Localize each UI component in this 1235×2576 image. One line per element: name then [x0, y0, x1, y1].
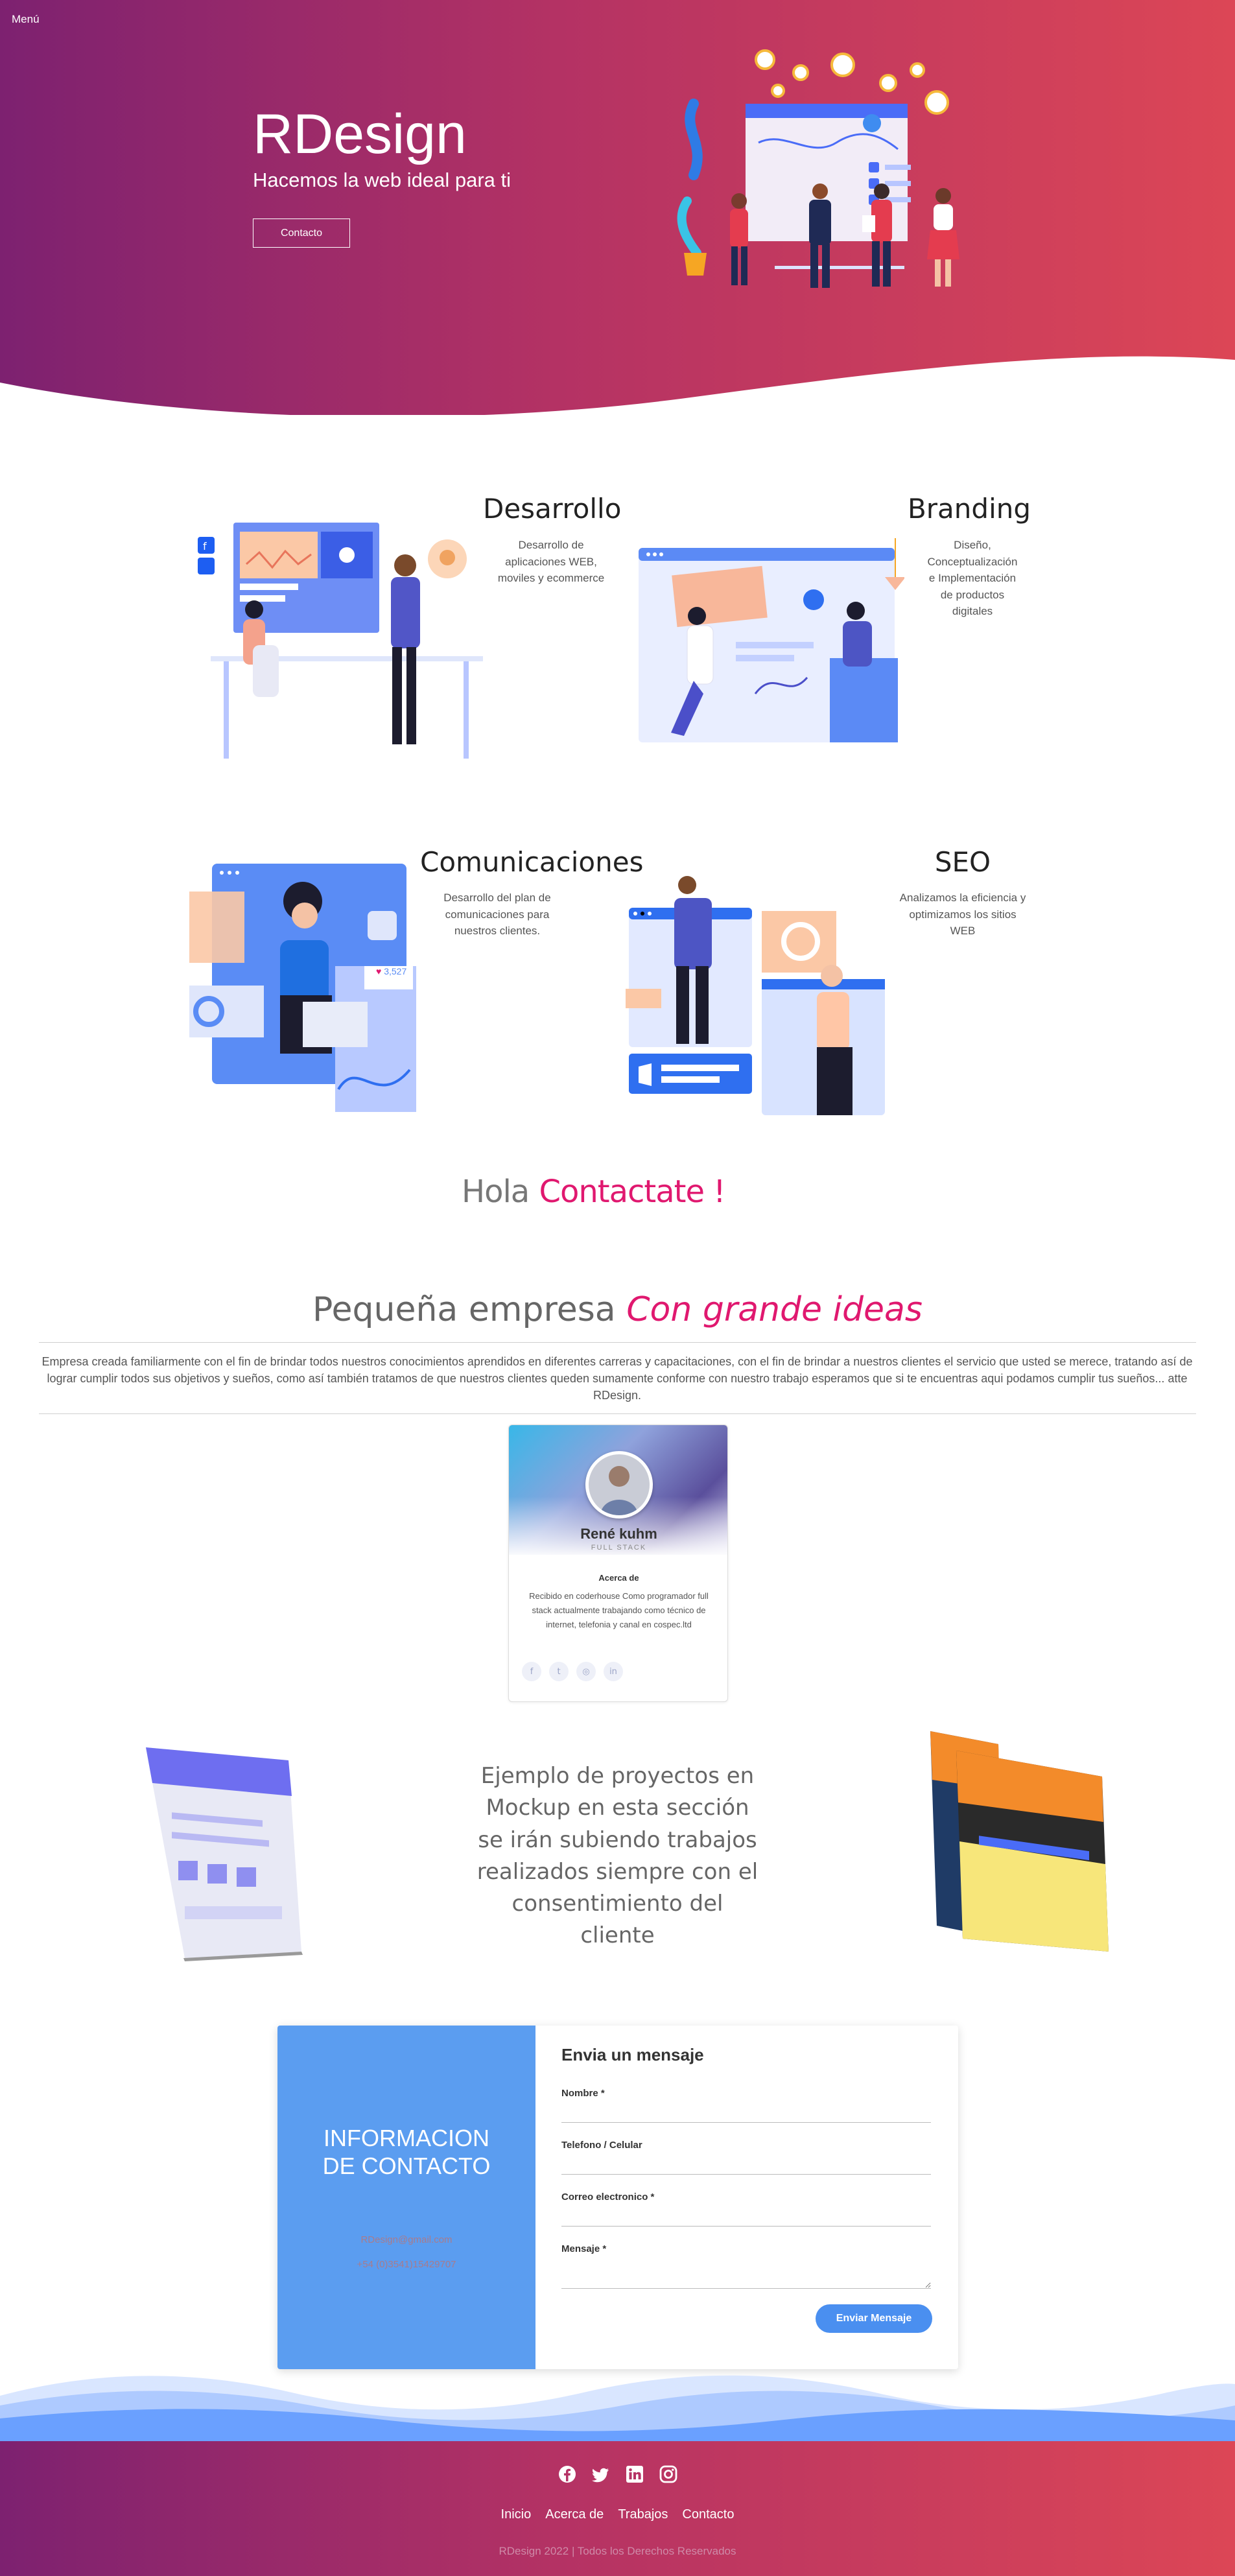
- avatar: [585, 1451, 653, 1518]
- instagram-icon[interactable]: ◎: [576, 1662, 596, 1681]
- hola-word: Hola: [462, 1174, 530, 1210]
- about-divider-bottom: [39, 1413, 1196, 1414]
- hero-subtitle: Hacemos la web ideal para ti: [253, 169, 512, 191]
- profile-name: René kuhm: [580, 1526, 657, 1542]
- instagram-icon[interactable]: [659, 2464, 678, 2484]
- about-title-accent: Con grande ideas: [626, 1290, 923, 1329]
- facebook-icon[interactable]: f: [522, 1662, 541, 1681]
- communications-illustration: [189, 864, 416, 1112]
- footer: Inicio Acerca de Trabajos Contacto RDesi…: [0, 2441, 1235, 2576]
- heart-icon: ♥: [376, 966, 382, 976]
- projects-text: Ejemplo de proyectos en Mockup en esta s…: [476, 1763, 759, 1949]
- contactate-link[interactable]: Contactate !: [539, 1174, 725, 1210]
- contact-info-heading-line1: INFORMACION: [323, 2125, 489, 2151]
- linkedin-icon[interactable]: in: [604, 1662, 623, 1681]
- profile-about-text: Recibido en coderhouse Como programador …: [529, 1591, 709, 1630]
- footer-waves: [0, 2375, 1235, 2441]
- phone-label: Telefono / Celular: [561, 2140, 642, 2151]
- project-mockup-left: [146, 1747, 303, 1961]
- email-field[interactable]: [561, 2207, 931, 2227]
- hero-wave-divider: [0, 356, 1235, 418]
- menu-button[interactable]: Menú: [12, 13, 40, 26]
- footer-social-icons: [0, 2464, 1235, 2484]
- footer-link-contacto[interactable]: Contacto: [682, 2507, 734, 2522]
- service-title-comunicaciones: Comunicaciones: [420, 846, 644, 878]
- contact-info-panel: INFORMACION DE CONTACTO RDesign@gmail.co…: [277, 2026, 535, 2369]
- send-message-button[interactable]: Enviar Mensaje: [816, 2304, 932, 2333]
- about-text: Empresa creada familiarmente con el fin …: [41, 1355, 1193, 1402]
- about-title-plain: Pequeña empresa: [312, 1290, 616, 1329]
- service-title-desarrollo: Desarrollo: [483, 493, 622, 525]
- form-title: Envia un mensaje: [561, 2045, 704, 2064]
- phone-field[interactable]: [561, 2155, 931, 2175]
- message-label: Mensaje *: [561, 2243, 607, 2254]
- profile-social-links: f t ◎ in: [522, 1662, 623, 1681]
- linkedin-icon[interactable]: [625, 2464, 644, 2484]
- service-desc-seo: Analizamos la eficiencia y optimizamos l…: [899, 892, 1026, 937]
- contact-info-heading-line2: DE CONTACTO: [322, 2153, 491, 2180]
- about-divider-top: [39, 1342, 1196, 1343]
- project-mockup-right: [930, 1731, 1109, 1952]
- profile-about-heading: Acerca de: [598, 1573, 639, 1583]
- name-label: Nombre *: [561, 2088, 605, 2099]
- contact-phone[interactable]: +54 (0)3541)15429707: [277, 2259, 535, 2270]
- development-illustration: f: [191, 519, 483, 765]
- facebook-icon[interactable]: [558, 2464, 577, 2484]
- service-desc-desarrollo: Desarrollo de aplicaciones WEB, moviles …: [497, 539, 605, 584]
- twitter-icon[interactable]: [591, 2464, 611, 2484]
- service-title-seo: SEO: [934, 846, 991, 878]
- team-planning-illustration: [677, 49, 959, 288]
- name-field[interactable]: [561, 2103, 931, 2123]
- service-desc-branding: Diseño, Conceptualización e Implementaci…: [927, 539, 1018, 617]
- message-field[interactable]: [561, 2260, 931, 2289]
- hero-title: RDesign: [253, 103, 467, 165]
- seo-illustration: [626, 876, 885, 1115]
- profile-role: FULL STACK: [591, 1544, 647, 1552]
- footer-link-inicio[interactable]: Inicio: [501, 2507, 532, 2522]
- about-title: Pequeña empresa Con grande ideas: [0, 1290, 1235, 1329]
- contact-email[interactable]: RDesign@gmail.com: [277, 2234, 535, 2245]
- footer-nav: Inicio Acerca de Trabajos Contacto: [0, 2507, 1235, 2522]
- likes-count: 3,527: [384, 966, 407, 976]
- contact-section: INFORMACION DE CONTACTO RDesign@gmail.co…: [277, 2026, 958, 2369]
- footer-link-acerca-de[interactable]: Acerca de: [545, 2507, 604, 2522]
- svg-text:f: f: [203, 540, 207, 552]
- twitter-icon[interactable]: t: [549, 1662, 569, 1681]
- service-title-branding: Branding: [907, 493, 1031, 525]
- footer-link-trabajos[interactable]: Trabajos: [618, 2507, 668, 2522]
- contact-cta-button[interactable]: Contacto: [253, 219, 350, 248]
- hola-contactate-heading: Hola Contactate !: [462, 1174, 726, 1210]
- service-desc-comunicaciones: Desarrollo del plan de comunicaciones pa…: [443, 892, 551, 937]
- email-label: Correo electronico *: [561, 2192, 655, 2203]
- contact-info-heading: INFORMACION DE CONTACTO: [277, 2124, 535, 2180]
- branding-illustration: [639, 538, 904, 742]
- profile-card: René kuhm FULL STACK Acerca de Recibido …: [508, 1424, 728, 1702]
- footer-copyright: RDesign 2022 | Todos los Derechos Reserv…: [499, 2545, 736, 2557]
